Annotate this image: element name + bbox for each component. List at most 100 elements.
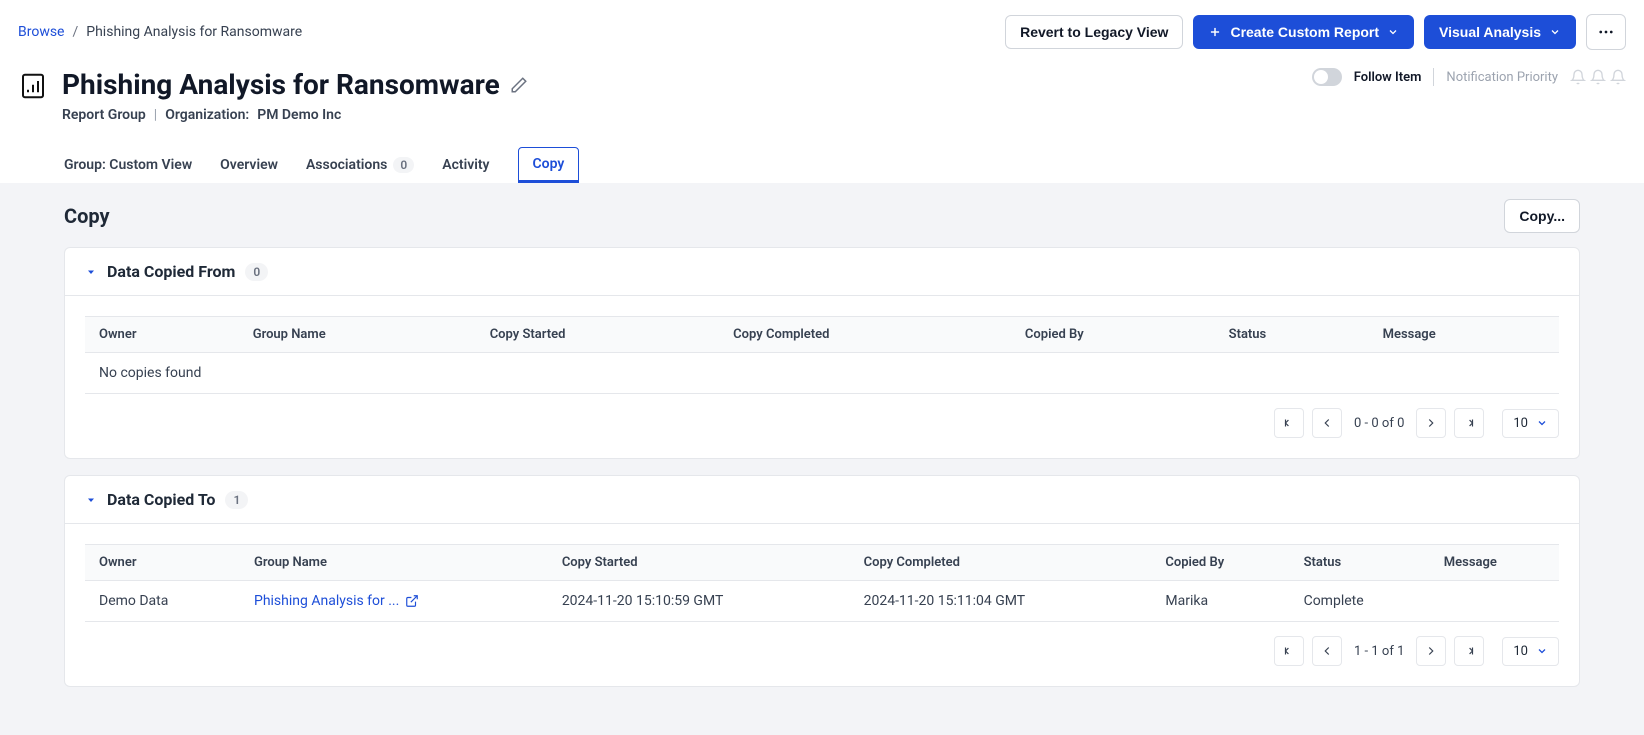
tab-label: Associations [306, 157, 387, 173]
col-message[interactable]: Message [1430, 545, 1559, 581]
cell-message [1430, 581, 1559, 622]
col-by[interactable]: Copied By [1151, 545, 1289, 581]
pager-range: 1 - 1 of 1 [1350, 644, 1408, 659]
follow-item-label: Follow Item [1354, 70, 1422, 85]
pager-last-button[interactable] [1454, 408, 1484, 438]
cell-group: Phishing Analysis for ... [240, 581, 548, 622]
tab-associations[interactable]: Associations 0 [306, 147, 414, 183]
chevron-down-icon [1549, 26, 1561, 38]
panel-title-to: Data Copied To [107, 490, 215, 509]
caret-down-icon [85, 494, 97, 506]
copy-action-label: Copy... [1519, 208, 1565, 224]
revert-legacy-button[interactable]: Revert to Legacy View [1005, 15, 1183, 49]
report-group-label: Report Group [62, 107, 146, 123]
col-status[interactable]: Status [1290, 545, 1430, 581]
copied-from-table: Owner Group Name Copy Started Copy Compl… [85, 316, 1559, 394]
visual-analysis-button[interactable]: Visual Analysis [1424, 15, 1576, 49]
breadcrumb-browse[interactable]: Browse [18, 24, 64, 40]
revert-legacy-label: Revert to Legacy View [1020, 24, 1168, 40]
copied-to-table: Owner Group Name Copy Started Copy Compl… [85, 544, 1559, 622]
chevron-down-icon [1536, 645, 1548, 657]
col-completed[interactable]: Copy Completed [719, 317, 1011, 353]
visual-analysis-label: Visual Analysis [1439, 24, 1541, 40]
section-heading: Copy [64, 204, 110, 228]
bell-icon[interactable] [1570, 69, 1586, 85]
panel-header-from[interactable]: Data Copied From 0 [65, 248, 1579, 296]
col-group[interactable]: Group Name [239, 317, 476, 353]
pager-range: 0 - 0 of 0 [1350, 416, 1408, 431]
panel-count-to: 1 [225, 491, 248, 509]
divider [1433, 68, 1434, 86]
tab-copy[interactable]: Copy [518, 147, 580, 183]
page-size-select[interactable]: 10 [1502, 409, 1559, 438]
cell-started: 2024-11-20 15:10:59 GMT [548, 581, 850, 622]
tab-label: Activity [442, 157, 489, 173]
cell-owner: Demo Data [85, 581, 240, 622]
pager-prev-button[interactable] [1312, 636, 1342, 666]
pager-next-button[interactable] [1416, 408, 1446, 438]
tab-label: Copy [533, 156, 565, 172]
page-size-value: 10 [1513, 416, 1528, 431]
create-custom-report-label: Create Custom Report [1230, 24, 1379, 40]
more-actions-button[interactable] [1586, 14, 1626, 50]
caret-down-icon [85, 266, 97, 278]
ellipsis-icon [1597, 23, 1615, 41]
cell-by: Marika [1151, 581, 1289, 622]
panel-title-from: Data Copied From [107, 262, 235, 281]
external-link-icon [405, 594, 419, 608]
copy-action-button[interactable]: Copy... [1504, 199, 1580, 233]
follow-item-toggle[interactable] [1312, 68, 1342, 86]
notification-priority-label: Notification Priority [1446, 70, 1558, 85]
data-copied-from-panel: Data Copied From 0 Owner Group Name Copy… [64, 247, 1580, 459]
organization-name: PM Demo Inc [257, 107, 341, 123]
col-status[interactable]: Status [1215, 317, 1369, 353]
bell-icon[interactable] [1590, 69, 1606, 85]
create-custom-report-button[interactable]: Create Custom Report [1193, 15, 1414, 49]
bell-icon[interactable] [1610, 69, 1626, 85]
tab-activity[interactable]: Activity [442, 147, 489, 183]
col-completed[interactable]: Copy Completed [850, 545, 1152, 581]
tabs: Group: Custom View Overview Associations… [18, 147, 1626, 183]
top-actions: Revert to Legacy View Create Custom Repo… [1005, 14, 1626, 50]
cell-status: Complete [1290, 581, 1430, 622]
pager-from: 0 - 0 of 0 10 [85, 408, 1559, 438]
col-by[interactable]: Copied By [1011, 317, 1215, 353]
col-started[interactable]: Copy Started [548, 545, 850, 581]
col-message[interactable]: Message [1369, 317, 1559, 353]
edit-icon[interactable] [510, 76, 528, 94]
tab-overview[interactable]: Overview [220, 147, 278, 183]
col-group[interactable]: Group Name [240, 545, 548, 581]
col-owner[interactable]: Owner [85, 545, 240, 581]
pager-next-button[interactable] [1416, 636, 1446, 666]
chevron-down-icon [1387, 26, 1399, 38]
page-title: Phishing Analysis for Ransomware [62, 68, 500, 101]
subtitle: Report Group | Organization: PM Demo Inc [62, 107, 528, 123]
tab-label: Overview [220, 157, 278, 173]
plus-icon [1208, 25, 1222, 39]
pager-first-button[interactable] [1274, 636, 1304, 666]
associations-count-badge: 0 [393, 157, 414, 173]
tab-group-custom-view[interactable]: Group: Custom View [64, 147, 192, 183]
page-size-value: 10 [1513, 644, 1528, 659]
notification-bells [1570, 69, 1626, 85]
pager-first-button[interactable] [1274, 408, 1304, 438]
breadcrumb-separator: / [72, 24, 78, 40]
group-link[interactable]: Phishing Analysis for ... [254, 593, 419, 609]
organization-label: Organization: [165, 107, 249, 123]
panel-count-from: 0 [245, 263, 268, 281]
chevron-down-icon [1536, 417, 1548, 429]
col-started[interactable]: Copy Started [476, 317, 719, 353]
data-copied-to-panel: Data Copied To 1 Owner Group Name Copy S… [64, 475, 1580, 687]
pager-to: 1 - 1 of 1 10 [85, 636, 1559, 666]
empty-message: No copies found [85, 353, 1559, 394]
cell-completed: 2024-11-20 15:11:04 GMT [850, 581, 1152, 622]
report-icon [18, 71, 48, 101]
panel-header-to[interactable]: Data Copied To 1 [65, 476, 1579, 524]
col-owner[interactable]: Owner [85, 317, 239, 353]
table-row-empty: No copies found [85, 353, 1559, 394]
tab-label: Group: Custom View [64, 157, 192, 173]
breadcrumb: Browse / Phishing Analysis for Ransomwar… [18, 24, 302, 40]
pager-last-button[interactable] [1454, 636, 1484, 666]
page-size-select[interactable]: 10 [1502, 637, 1559, 666]
pager-prev-button[interactable] [1312, 408, 1342, 438]
